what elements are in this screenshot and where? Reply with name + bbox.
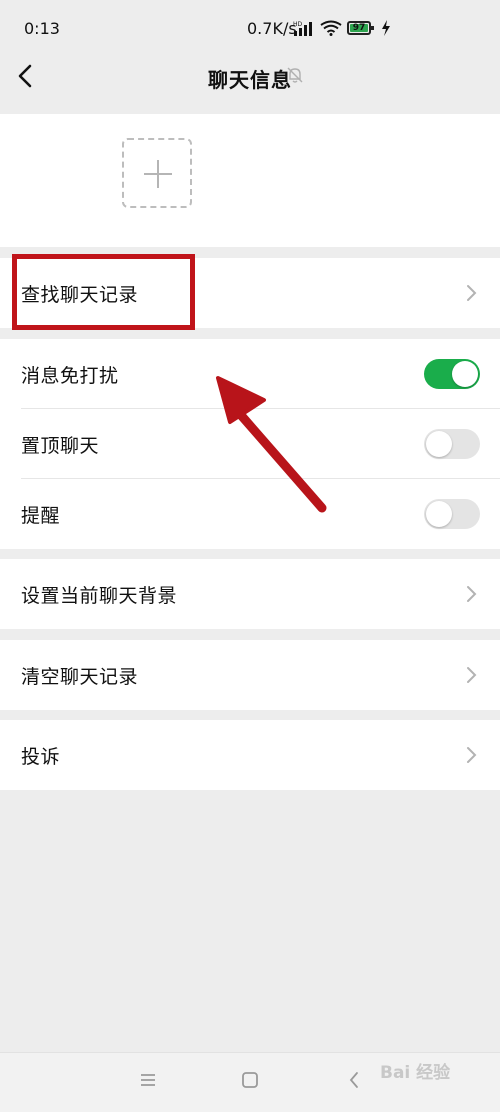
status-time: 0:13 <box>24 19 60 38</box>
mute-notifications-toggle[interactable] <box>424 359 480 389</box>
svg-text:HD: HD <box>293 21 303 28</box>
chevron-right-icon <box>467 285 477 301</box>
report-label: 投诉 <box>21 746 61 768</box>
plus-icon <box>144 160 172 188</box>
network-speed: 0.7K/s <box>247 19 297 38</box>
home-icon[interactable] <box>241 1071 259 1089</box>
mute-notifications-label: 消息免打扰 <box>21 365 119 387</box>
hd-signal-icon: HD <box>293 21 312 36</box>
chevron-right-icon <box>467 667 477 683</box>
pin-chat-toggle[interactable] <box>424 429 480 459</box>
pin-chat-label: 置顶聊天 <box>21 435 100 457</box>
battery-level: 97 <box>350 24 368 33</box>
set-background-row[interactable]: 设置当前聊天背景 <box>0 559 500 629</box>
header: 聊天信息 <box>0 48 500 106</box>
bell-off-icon <box>287 67 303 83</box>
reminder-label: 提醒 <box>21 505 61 527</box>
set-background-label: 设置当前聊天背景 <box>21 585 178 607</box>
annotation-highlight-box <box>12 254 195 330</box>
page-title: 聊天信息 <box>208 68 292 92</box>
toggle-knob <box>426 431 452 457</box>
reminder-toggle[interactable] <box>424 499 480 529</box>
members-section <box>0 114 500 247</box>
toggle-knob <box>426 501 452 527</box>
report-row[interactable]: 投诉 <box>0 720 500 790</box>
add-member-button[interactable] <box>122 138 192 208</box>
charging-icon <box>382 20 390 36</box>
clear-history-label: 清空聊天记录 <box>21 666 139 688</box>
clear-history-row[interactable]: 清空聊天记录 <box>0 640 500 710</box>
watermark: Bai 经验 <box>380 1063 451 1083</box>
menu-icon[interactable] <box>139 1071 157 1089</box>
wifi-icon <box>320 20 342 36</box>
nav-back-icon[interactable] <box>347 1071 361 1089</box>
toggle-knob <box>452 361 478 387</box>
battery-icon: 97 <box>347 21 374 35</box>
chevron-right-icon <box>467 586 477 602</box>
annotation-arrow-icon <box>216 376 327 513</box>
chevron-right-icon <box>467 747 477 763</box>
